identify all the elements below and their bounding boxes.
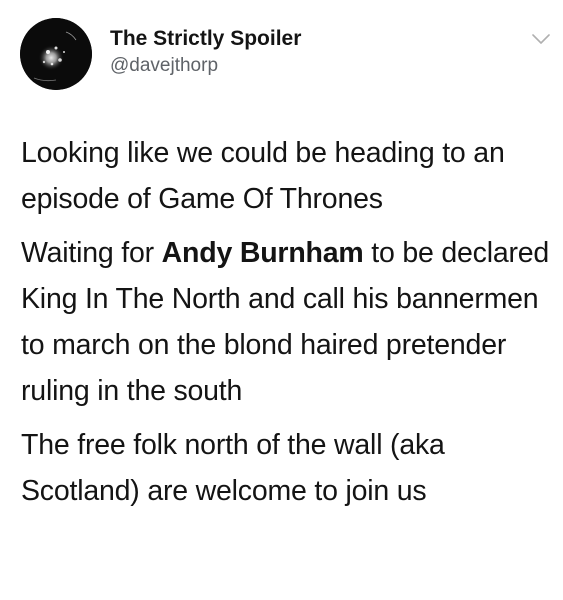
account-names: The Strictly Spoiler @davejthorp	[110, 26, 301, 78]
tweet-paragraph-2: Waiting for Andy Burnham to be declared …	[21, 230, 551, 414]
tweet-text: Looking like we could be heading to an e…	[21, 130, 551, 514]
mention-andy-burnham[interactable]: Andy Burnham	[162, 237, 364, 269]
tweet-paragraph-1: Looking like we could be heading to an e…	[21, 137, 505, 215]
chevron-down-icon[interactable]	[532, 32, 550, 44]
tweet-paragraph-2-prefix: Waiting for	[21, 237, 162, 269]
tweet-paragraph-3: The free folk north of the wall (aka Sco…	[21, 429, 445, 507]
avatar[interactable]	[20, 18, 92, 90]
account-handle[interactable]: @davejthorp	[110, 54, 301, 78]
avatar-image	[20, 18, 92, 90]
display-name[interactable]: The Strictly Spoiler	[110, 26, 301, 52]
tweet-card: The Strictly Spoiler @davejthorp Looking…	[0, 0, 563, 600]
